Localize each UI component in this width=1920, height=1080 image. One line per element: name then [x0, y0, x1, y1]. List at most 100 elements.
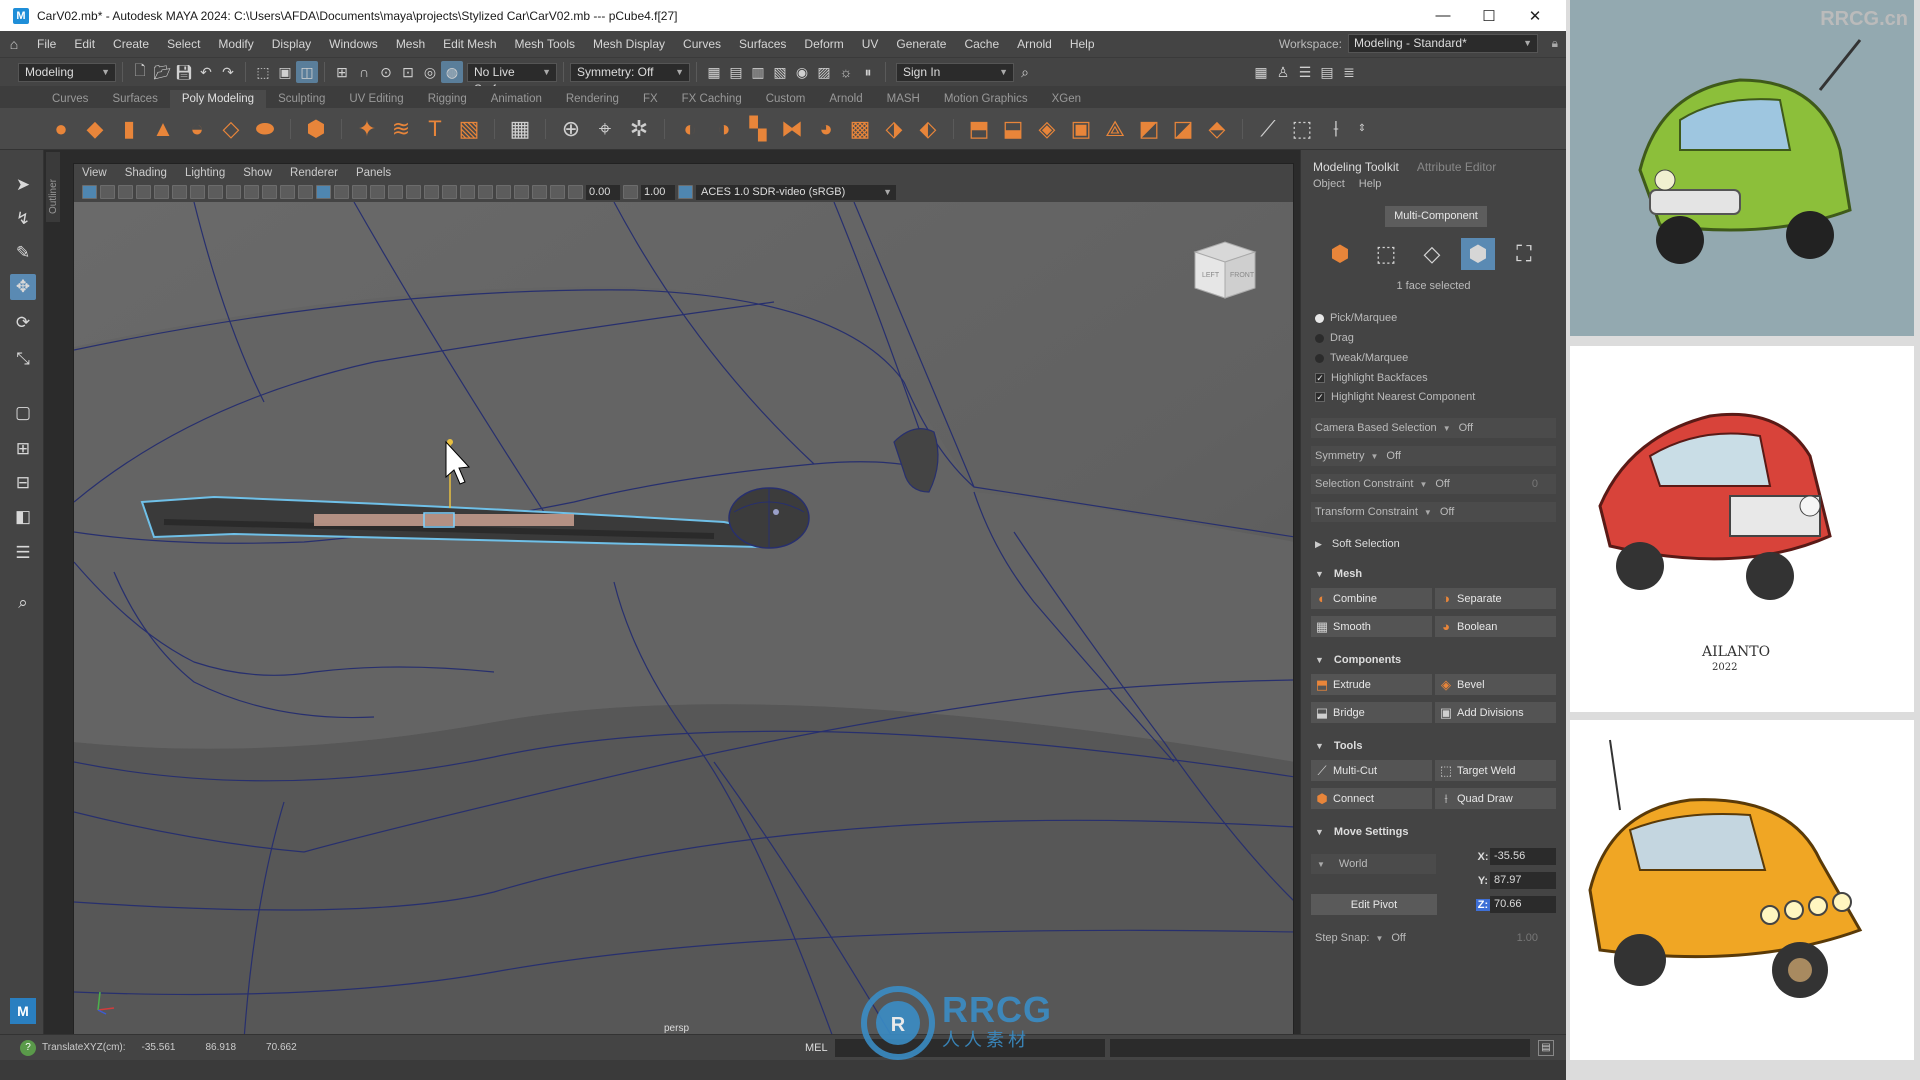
multi-component-button[interactable]: Multi-Component [1385, 206, 1487, 227]
soft-selection-section[interactable]: ▶ Soft Selection [1311, 534, 1556, 554]
move-space-dropdown[interactable]: ▼ World [1311, 854, 1436, 874]
help-icon[interactable]: ? [20, 1039, 36, 1056]
remesh-icon[interactable]: ⬗ [879, 114, 909, 144]
bridge-button[interactable]: ⬓ Bridge [1311, 702, 1432, 723]
extrude-icon[interactable]: ⬒ [964, 114, 994, 144]
textured-icon[interactable] [370, 185, 385, 199]
tweak-marquee-radio[interactable]: Tweak/Marquee [1315, 352, 1408, 364]
vertex-mode-icon[interactable]: ⬚ [1369, 238, 1403, 270]
wireframe-icon[interactable] [298, 185, 313, 199]
lasso-tool-icon[interactable]: ↯ [10, 206, 36, 232]
menu-surfaces[interactable]: Surfaces [730, 37, 795, 51]
quad-draw-icon[interactable]: ⟊ [1321, 114, 1351, 144]
uv-mode-icon[interactable]: ⛶ [1507, 238, 1541, 270]
new-scene-icon[interactable]: 🗋 [129, 61, 151, 83]
script-editor-icon[interactable]: ▤ [1538, 1039, 1554, 1056]
bevel-icon[interactable]: ◈ [1032, 114, 1062, 144]
channel-box-icon[interactable]: ≣ [1338, 61, 1360, 83]
select-object-icon[interactable]: ▣ [274, 61, 296, 83]
field-chart-icon[interactable] [262, 185, 277, 199]
smooth-button[interactable]: ▦ Smooth [1311, 616, 1432, 637]
pause-icon[interactable]: ⏸︎ [857, 61, 879, 83]
viewport-scene[interactable] [74, 202, 1294, 1039]
bevel-button[interactable]: ◈ Bevel [1435, 674, 1556, 695]
tab-modeling-toolkit[interactable]: Modeling Toolkit [1313, 160, 1399, 174]
menu-mesh[interactable]: Mesh [387, 37, 434, 51]
poly-cylinder-icon[interactable]: ▮ [114, 114, 144, 144]
character-controls-icon[interactable]: ♙ [1272, 61, 1294, 83]
xray-icon[interactable] [514, 185, 529, 199]
mirror-icon[interactable]: ⧓ [777, 114, 807, 144]
motion-blur-icon[interactable] [442, 185, 457, 199]
scale-tool-icon[interactable]: ⤡ [10, 346, 36, 372]
boolean-icon[interactable]: ⬘ [1202, 114, 1232, 144]
grid-icon[interactable]: ▦ [505, 114, 535, 144]
gamma-field[interactable]: 1.00 [641, 184, 675, 200]
components-section-header[interactable]: ▼ Components [1311, 650, 1556, 670]
add-divisions-icon[interactable]: ▣ [1066, 114, 1096, 144]
tab-attribute-editor[interactable]: Attribute Editor [1417, 160, 1496, 174]
shelf-tab-custom[interactable]: Custom [754, 90, 818, 108]
anti-aliasing-icon[interactable] [460, 185, 475, 199]
mel-label[interactable]: MEL [805, 1042, 828, 1054]
outliner-tab[interactable]: Outliner [46, 152, 60, 222]
shelf-tab-poly-modeling[interactable]: Poly Modeling [169, 90, 267, 108]
exposure-field[interactable]: 0.00 [586, 184, 620, 200]
menu-edit-mesh[interactable]: Edit Mesh [434, 37, 505, 51]
use-all-lights-icon[interactable] [388, 185, 403, 199]
menu-edit[interactable]: Edit [65, 37, 104, 51]
multi-cut-icon[interactable]: ⟋ [1253, 114, 1283, 144]
platonic-solid-icon[interactable]: ⬢ [301, 114, 331, 144]
separate-button[interactable]: ◑ Separate [1435, 588, 1556, 609]
step-snap-option[interactable]: Step Snap: ▼ Off 1.00 [1311, 928, 1556, 948]
exposure-icon[interactable] [568, 185, 583, 199]
render-frame-icon[interactable]: ▤ [725, 61, 747, 83]
wedge-icon[interactable]: ◪ [1168, 114, 1198, 144]
move-tool-icon[interactable]: ✥ [10, 274, 36, 300]
transform-constraint-option[interactable]: Transform Constraint ▼ Off [1311, 502, 1556, 522]
menu-uv[interactable]: UV [853, 37, 888, 51]
smooth-icon[interactable]: ◕ [811, 114, 841, 144]
safe-action-icon[interactable] [280, 185, 295, 199]
symmetry-option[interactable]: Symmetry ▼ Off [1311, 446, 1556, 466]
graph-layout-icon[interactable]: ☰ [10, 540, 36, 566]
move-x-field[interactable]: X: -35.56 [1476, 847, 1556, 866]
ambient-occlusion-icon[interactable] [424, 185, 439, 199]
shelf-tab-arnold[interactable]: Arnold [817, 90, 874, 108]
tools-section-header[interactable]: ▼ Tools [1311, 736, 1556, 756]
smooth-shade-icon[interactable] [316, 185, 331, 199]
view-cube[interactable]: LEFT FRONT [1185, 234, 1265, 304]
menu-set-dropdown[interactable]: Modeling [18, 62, 116, 82]
shelf-tab-animation[interactable]: Animation [479, 90, 554, 108]
poly-disc-icon[interactable]: ⬬ [250, 114, 280, 144]
vp-menu-shading[interactable]: Shading [125, 167, 167, 179]
shelf-tab-fx[interactable]: FX [631, 90, 670, 108]
snap-grid-icon[interactable]: ⊞ [331, 61, 353, 83]
color-space-dropdown[interactable]: ACES 1.0 SDR-video (sRGB) [696, 184, 896, 200]
menu-arnold[interactable]: Arnold [1008, 37, 1061, 51]
mesh-section-header[interactable]: ▼ Mesh [1311, 564, 1556, 584]
home-icon[interactable]: ⌂ [0, 36, 28, 52]
camera-attributes-icon[interactable] [100, 185, 115, 199]
shelf-tab-curves[interactable]: Curves [40, 90, 100, 108]
redo-icon[interactable]: ↷ [217, 61, 239, 83]
pick-marquee-radio[interactable]: Pick/Marquee [1315, 312, 1397, 324]
sign-in-dropdown[interactable]: Sign In [896, 62, 1014, 82]
default-material-icon[interactable] [334, 185, 349, 199]
multi-cut-button[interactable]: ⟋ Multi-Cut [1311, 760, 1432, 781]
gamma-icon[interactable] [623, 185, 638, 199]
select-hierarchy-icon[interactable]: ⬚ [252, 61, 274, 83]
menu-display[interactable]: Display [263, 37, 320, 51]
render-setup-icon[interactable]: ▨ [813, 61, 835, 83]
selected-face[interactable] [314, 514, 574, 526]
menu-generate[interactable]: Generate [887, 37, 955, 51]
close-button[interactable]: ✕ [1512, 0, 1558, 31]
grease-pencil-icon[interactable] [172, 185, 187, 199]
single-perspective-icon[interactable]: ▢ [10, 400, 36, 426]
shelf-tab-surfaces[interactable]: Surfaces [100, 90, 169, 108]
append-icon[interactable]: ⟁ [1100, 114, 1130, 144]
layout-icon[interactable]: ⊟ [10, 470, 36, 496]
hypershade-icon[interactable]: ◉ [791, 61, 813, 83]
move-z-field[interactable]: Z: 70.66 [1476, 895, 1556, 914]
type-tool-icon[interactable]: T [420, 114, 450, 144]
